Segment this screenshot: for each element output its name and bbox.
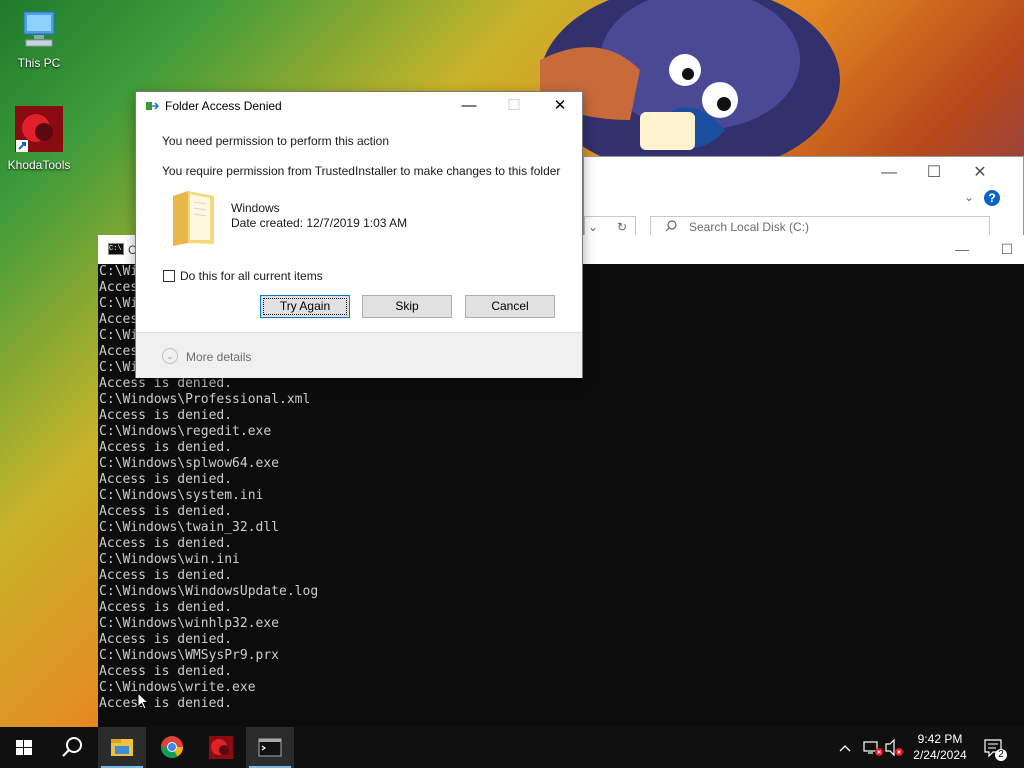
- computer-icon: [23, 11, 55, 47]
- notification-icon: [984, 739, 1002, 758]
- dialog-footer: ⌄ More details: [136, 332, 582, 378]
- taskbar-chrome[interactable]: [148, 727, 196, 768]
- maximize-button[interactable]: ☐: [919, 163, 949, 183]
- desktop-icon-label: This PC: [17, 56, 61, 70]
- notification-count-badge: 2: [995, 749, 1007, 761]
- dialog-title: Folder Access Denied: [165, 99, 282, 113]
- folder-icon: [173, 191, 214, 246]
- desktop-icon-this-pc[interactable]: This PC: [4, 10, 74, 70]
- volume-muted-icon: [885, 738, 903, 757]
- taskbar-clock[interactable]: 9:42 PM 2/24/2024: [905, 731, 975, 763]
- minimize-button[interactable]: —: [874, 163, 904, 183]
- network-disconnected-icon: [863, 741, 883, 756]
- console-line: C:\Windows\splwow64.exe: [99, 456, 280, 471]
- console-line: Access is denied.: [99, 472, 233, 487]
- console-line: Access is denied.: [99, 696, 233, 711]
- clock-date: 2/24/2024: [913, 748, 967, 762]
- show-hidden-icons[interactable]: [838, 727, 852, 768]
- desktop-icon-label: KhodaTools: [7, 158, 71, 172]
- dialog-detail: You require permission from TrustedInsta…: [162, 164, 561, 178]
- console-line: C:\Windows\write.exe: [99, 680, 256, 695]
- console-line: Access is denied.: [99, 376, 233, 391]
- dialog-titlebar[interactable]: Folder Access Denied — ☐ ✕: [136, 92, 582, 120]
- search-icon: [62, 737, 82, 757]
- file-explorer-icon: [111, 739, 133, 756]
- taskbar-khodatools[interactable]: [197, 727, 245, 768]
- mouse-cursor-icon: [137, 692, 149, 710]
- file-move-icon: [146, 102, 160, 110]
- apply-to-all-checkbox[interactable]: [163, 270, 175, 282]
- more-details-link[interactable]: More details: [186, 350, 251, 364]
- console-line: C:\Windows\win.ini: [99, 552, 240, 567]
- chevron-down-icon[interactable]: ⌄: [162, 348, 178, 364]
- dialog-message: You need permission to perform this acti…: [162, 134, 390, 148]
- chrome-icon: [161, 736, 183, 758]
- console-line: C:\Windows\WindowsUpdate.log: [99, 584, 319, 599]
- action-center-button[interactable]: [982, 727, 1004, 768]
- desktop-icon-khodatools[interactable]: KhodaTools: [4, 106, 74, 172]
- console-line: Access is denied.: [99, 536, 233, 551]
- start-button[interactable]: [0, 727, 48, 768]
- clock-time: 9:42 PM: [917, 732, 963, 746]
- console-line: C:\Windows\system.ini: [99, 488, 264, 503]
- chevron-up-icon: [839, 745, 851, 752]
- network-status[interactable]: [862, 727, 884, 768]
- minimize-button[interactable]: —: [454, 96, 484, 116]
- console-line: Access is denied.: [99, 664, 233, 679]
- khodatools-icon: [209, 736, 233, 759]
- console-line: Access is denied.: [99, 568, 233, 583]
- close-button[interactable]: ✕: [545, 96, 575, 116]
- command-prompt-icon: [258, 738, 282, 757]
- minimize-button[interactable]: —: [947, 239, 977, 259]
- console-line: Access is denied.: [99, 408, 233, 423]
- volume-control[interactable]: [884, 727, 904, 768]
- help-icon[interactable]: ?: [984, 190, 1000, 206]
- cancel-button[interactable]: Cancel: [465, 295, 555, 318]
- taskbar-file-explorer[interactable]: [98, 727, 146, 768]
- windows-logo-icon: [16, 740, 32, 755]
- console-line: Access is denied.: [99, 600, 233, 615]
- maximize-button[interactable]: ☐: [992, 239, 1022, 259]
- search-button[interactable]: [48, 727, 96, 768]
- chevron-down-icon: ⌄: [588, 220, 599, 234]
- close-button[interactable]: ✕: [965, 163, 995, 183]
- console-line: C:\Windows\winhlp32.exe: [99, 616, 280, 631]
- maximize-button: ☐: [507, 97, 521, 114]
- folder-access-denied-dialog[interactable]: Folder Access Denied — ☐ ✕ You need perm…: [135, 91, 583, 378]
- search-placeholder: Search Local Disk (C:): [689, 220, 810, 234]
- command-prompt-icon: C:\: [108, 243, 124, 255]
- try-again-button[interactable]: Try Again: [260, 295, 350, 318]
- khodatools-icon: [15, 106, 63, 152]
- console-line: C:\Windows\Professional.xml: [99, 392, 311, 407]
- console-line: C:\Windows\regedit.exe: [99, 424, 272, 439]
- folder-date-created: Date created: 12/7/2019 1:03 AM: [231, 216, 408, 230]
- search-icon: [665, 220, 677, 232]
- console-line: Access is denied.: [99, 632, 233, 647]
- console-line: C:\Windows\twain_32.dll: [99, 520, 280, 535]
- apply-to-all-label[interactable]: Do this for all current items: [180, 269, 323, 283]
- taskbar: 9:42 PM 2/24/2024 2: [0, 727, 1024, 768]
- ribbon-expand-icon[interactable]: ⌄: [964, 190, 974, 204]
- skip-button[interactable]: Skip: [362, 295, 452, 318]
- console-line: C:\Windows\WMSysPr9.prx: [99, 648, 280, 663]
- wallpaper-ape-illustration: [540, 0, 840, 160]
- taskbar-command-prompt[interactable]: [246, 727, 294, 768]
- folder-name: Windows: [231, 201, 280, 215]
- refresh-icon: ↻: [617, 220, 628, 234]
- console-line: Access is denied.: [99, 440, 233, 455]
- console-line: Access is denied.: [99, 504, 233, 519]
